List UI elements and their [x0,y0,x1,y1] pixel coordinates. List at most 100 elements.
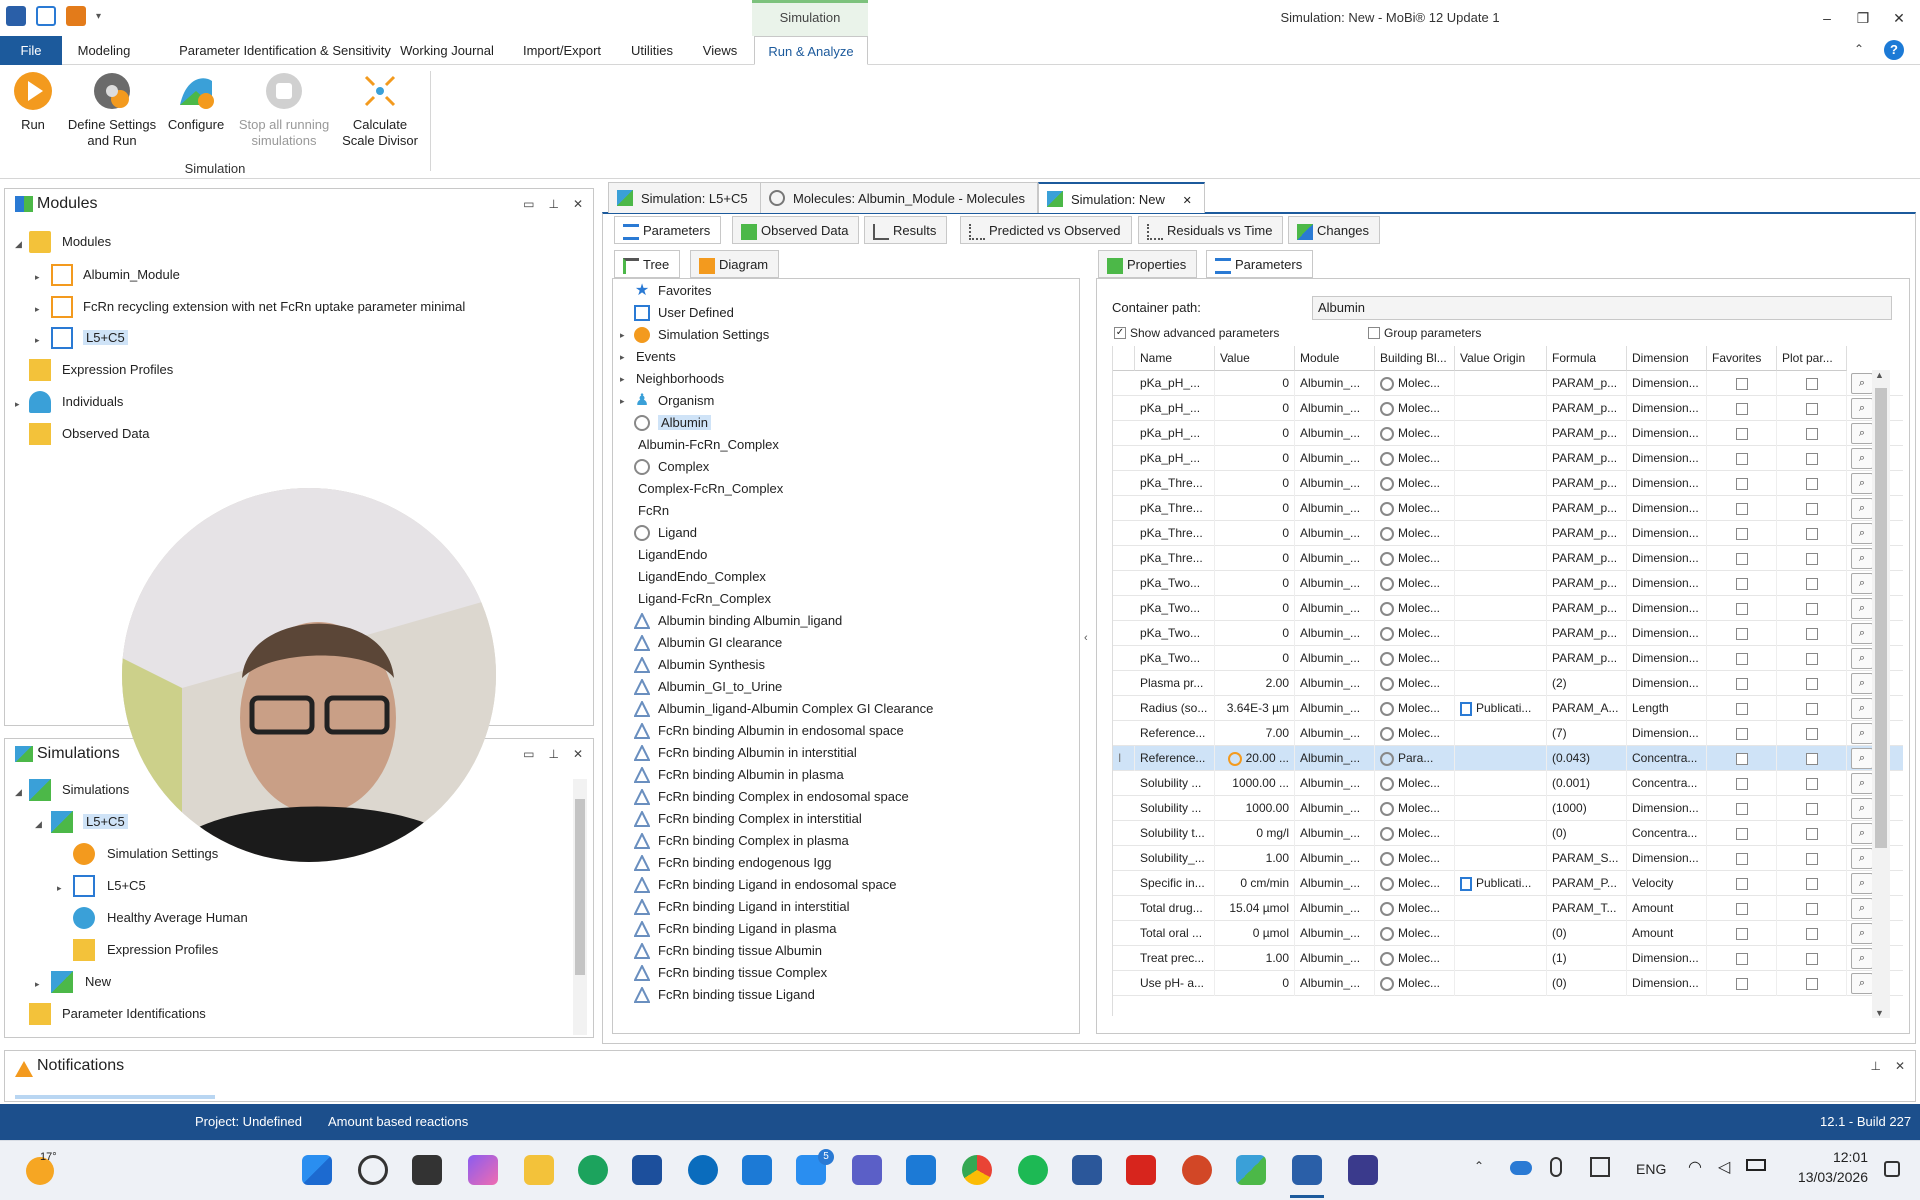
tree-node-reaction[interactable]: Albumin_GI_to_Urine [658,676,782,698]
subtab-observed-data[interactable]: Observed Data [732,216,860,244]
table-cell[interactable]: PARAM_A... [1547,696,1627,721]
favorite-checkbox[interactable] [1735,702,1748,715]
plot-parameter-checkbox[interactable] [1805,677,1818,690]
find-parameter-button[interactable]: ⌕ [1851,523,1873,544]
table-cell[interactable]: Plasma pr... [1135,671,1215,696]
plot-parameter-checkbox[interactable] [1805,577,1818,590]
table-cell[interactable]: Dimension... [1627,421,1707,446]
favorite-checkbox[interactable] [1735,527,1748,540]
table-cell[interactable]: PARAM_p... [1547,471,1627,496]
table-cell[interactable]: Dimension... [1627,721,1707,746]
plot-parameter-checkbox[interactable] [1805,827,1818,840]
table-cell[interactable]: Solubility ... [1135,796,1215,821]
table-cell[interactable] [1455,671,1547,696]
favorite-checkbox[interactable] [1735,727,1748,740]
table-cell[interactable] [1455,746,1547,771]
collapse-splitter-icon[interactable]: ‹ [1084,632,1088,644]
table-cell[interactable] [1455,396,1547,421]
table-cell[interactable]: Molec... [1375,896,1455,921]
expand-arrow-icon[interactable]: ◢ [15,239,22,250]
favorite-checkbox[interactable] [1735,502,1748,515]
scroll-up-icon[interactable]: ▲ [1875,370,1884,380]
table-cell[interactable]: Dimension... [1627,496,1707,521]
table-cell[interactable] [1455,571,1547,596]
table-row[interactable]: pKa_pH_... 0 Albumin_... Molec... PARAM_p...… [1113,371,1903,396]
plot-parameter-checkbox[interactable] [1805,952,1818,965]
favorite-checkbox[interactable] [1735,952,1748,965]
table-cell[interactable]: (0.043) [1547,746,1627,771]
table-cell[interactable]: Albumin_... [1295,796,1375,821]
help-icon[interactable]: ? [1884,40,1904,60]
favorite-checkbox[interactable] [1735,452,1748,465]
table-cell[interactable]: pKa_Thre... [1135,546,1215,571]
collapse-ribbon-icon[interactable]: ⌃ [1854,42,1864,56]
edge-icon[interactable] [578,1155,608,1185]
table-cell[interactable]: Solubility ... [1135,771,1215,796]
find-parameter-button[interactable]: ⌕ [1851,398,1873,419]
table-row[interactable]: Solubility t... 0 mg/l Albumin_... Molec...… [1113,821,1903,846]
table-cell[interactable]: PARAM_p... [1547,396,1627,421]
save-icon[interactable] [66,6,86,26]
table-cell[interactable]: Dimension... [1627,396,1707,421]
plot-parameter-checkbox[interactable] [1805,602,1818,615]
find-parameter-button[interactable]: ⌕ [1851,723,1873,744]
tree-node-reaction[interactable]: FcRn binding Albumin in interstitial [658,742,857,764]
table-cell[interactable]: Dimension... [1627,446,1707,471]
table-cell[interactable]: Molec... [1375,646,1455,671]
table-row[interactable]: I Reference... 20.00 ... Albumin_... Para...… [1113,746,1903,771]
table-cell[interactable]: Albumin_... [1295,546,1375,571]
find-parameter-button[interactable]: ⌕ [1851,898,1873,919]
table-cell[interactable]: Molec... [1375,446,1455,471]
table-cell[interactable]: Dimension... [1627,671,1707,696]
tree-node-fcrn-module[interactable]: FcRn recycling extension with net FcRn u… [83,296,465,318]
table-row[interactable]: pKa_pH_... 0 Albumin_... Molec... PARAM_p...… [1113,396,1903,421]
favorite-checkbox[interactable] [1735,927,1748,940]
table-row[interactable]: Use pH- a... 0 Albumin_... Molec... (0) Dimen… [1113,971,1903,996]
favorite-checkbox[interactable] [1735,577,1748,590]
tab-parameters[interactable]: Parameters [1206,250,1314,278]
favorite-checkbox[interactable] [1735,652,1748,665]
tab-file[interactable]: File [0,36,62,65]
tree-node-reaction[interactable]: FcRn binding Ligand in plasma [658,918,837,940]
table-row[interactable]: Total oral ... 0 µmol Albumin_... Molec... (… [1113,921,1903,946]
tree-node-reaction[interactable]: FcRn binding Ligand in endosomal space [658,874,897,896]
table-cell[interactable]: Concentra... [1627,746,1707,771]
table-cell[interactable]: Molec... [1375,696,1455,721]
expand-arrow-icon[interactable]: ▸ [35,304,40,315]
close-icon[interactable]: ✕ [573,739,583,769]
table-cell[interactable] [1455,946,1547,971]
notification-bell-icon[interactable] [1884,1161,1900,1177]
subtab-residuals-vs-time[interactable]: Residuals vs Time [1138,216,1284,244]
table-cell[interactable]: 1000.00 ... [1215,771,1295,796]
table-cell[interactable] [1455,771,1547,796]
find-parameter-button[interactable]: ⌕ [1851,698,1873,719]
table-cell[interactable] [1455,646,1547,671]
tree-node-l5c5[interactable]: L5+C5 [83,330,128,345]
pin-icon[interactable]: ⊥ [1870,1051,1880,1081]
table-cell[interactable]: PARAM_p... [1547,421,1627,446]
table-cell[interactable] [1455,971,1547,996]
expand-arrow-icon[interactable]: ▸ [35,979,40,990]
table-cell[interactable]: 0 [1215,521,1295,546]
table-cell[interactable]: 0 cm/min [1215,871,1295,896]
table-cell[interactable]: Dimension... [1627,796,1707,821]
table-cell[interactable] [1455,446,1547,471]
find-parameter-button[interactable]: ⌕ [1851,798,1873,819]
table-cell[interactable] [1455,846,1547,871]
table-cell[interactable]: PARAM_p... [1547,546,1627,571]
table-row[interactable]: pKa_Thre... 0 Albumin_... Molec... PARAM_p..… [1113,521,1903,546]
speaker-icon[interactable]: ◁ [1718,1157,1730,1177]
wifi-icon[interactable]: ◠ [1688,1157,1702,1177]
table-cell[interactable]: PARAM_S... [1547,846,1627,871]
clock-date[interactable]: 13/03/2026 [1788,1169,1868,1185]
word-icon[interactable] [1072,1155,1102,1185]
table-cell[interactable]: Albumin_... [1295,921,1375,946]
tab-run-analyze[interactable]: Run & Analyze [754,36,868,65]
tree-node-reaction[interactable]: FcRn binding tissue Complex [658,962,827,984]
table-cell[interactable]: Albumin_... [1295,696,1375,721]
table-cell[interactable]: Molec... [1375,421,1455,446]
plot-parameter-checkbox[interactable] [1805,877,1818,890]
expand-arrow-icon[interactable]: ▸ [35,272,40,283]
table-cell[interactable]: 2.00 [1215,671,1295,696]
file-explorer-icon[interactable] [524,1155,554,1185]
